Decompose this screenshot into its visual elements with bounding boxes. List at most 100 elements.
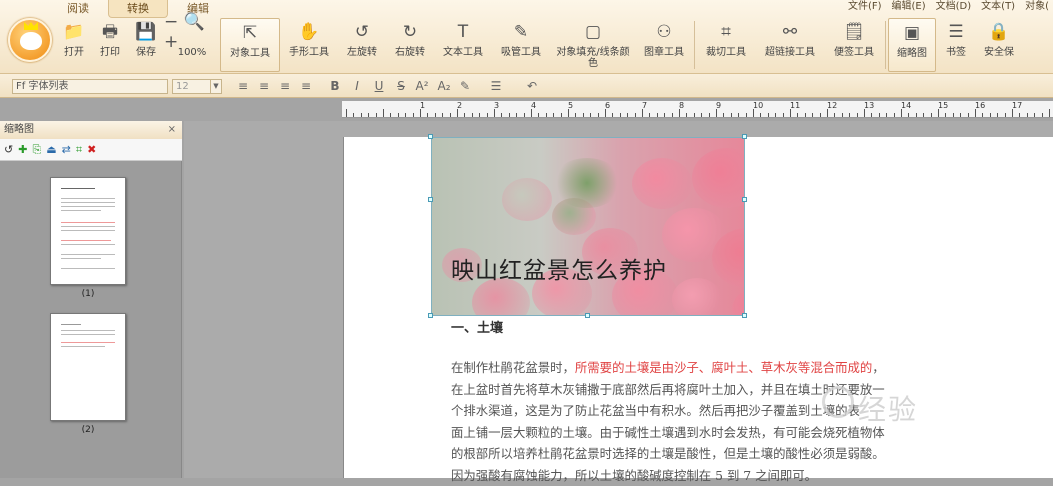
ruler-tick bbox=[908, 113, 909, 117]
italic-icon[interactable]: I bbox=[348, 78, 366, 94]
font-placeholder: 字体列表 bbox=[28, 81, 68, 92]
rotate-icon[interactable]: ↺ bbox=[4, 143, 13, 156]
add-page-icon[interactable]: ✚ bbox=[18, 143, 27, 156]
undo-icon[interactable]: ↶ bbox=[523, 78, 541, 94]
ruler-tick bbox=[672, 113, 673, 117]
ruler-tick bbox=[487, 113, 488, 117]
folder-tool-button[interactable]: 📁打开 bbox=[56, 18, 92, 72]
resize-handle[interactable] bbox=[428, 134, 433, 139]
document-title[interactable]: 映山红盆景怎么养护 bbox=[451, 251, 667, 285]
ruler-tick bbox=[509, 113, 510, 117]
line-spacing-icon[interactable]: ☰ bbox=[487, 78, 505, 94]
ruler-tick bbox=[716, 109, 717, 117]
ruler-tick bbox=[464, 113, 465, 117]
ruler-tick bbox=[827, 109, 828, 117]
insert-page-icon[interactable]: ⎘ bbox=[32, 143, 41, 156]
menu-file[interactable]: 文件(F) bbox=[848, 0, 882, 14]
body-text-line[interactable]: 在制作杜鹃花盆景时，所需要的土壤是由沙子、腐叶土、草木灰等混合而成的， bbox=[451, 357, 961, 379]
cursor-tool-button[interactable]: ⇱对象工具 bbox=[220, 18, 280, 72]
ruler-tick bbox=[975, 109, 976, 117]
rotate-left-icon: ↺ bbox=[355, 22, 369, 42]
resize-handle[interactable] bbox=[742, 134, 747, 139]
align-justify-icon[interactable]: ≡ bbox=[297, 78, 315, 94]
toolbar-label: 缩略图 bbox=[897, 48, 927, 59]
tab-read[interactable]: 阅读 bbox=[48, 0, 108, 18]
toolbar-label: 书签 bbox=[946, 47, 966, 58]
thumbnail-tool-button[interactable]: ▣缩略图 bbox=[888, 18, 936, 72]
ruler-tick bbox=[353, 113, 354, 117]
ruler-tick bbox=[968, 113, 969, 117]
strikethrough-icon[interactable]: S bbox=[392, 78, 410, 94]
text-segment: 在制作杜鹃花盆景时， bbox=[451, 360, 575, 375]
resize-handle[interactable] bbox=[585, 313, 590, 318]
align-right-icon[interactable]: ≡ bbox=[276, 78, 294, 94]
superscript-icon[interactable]: A² bbox=[413, 78, 431, 94]
ruler-tick bbox=[731, 113, 732, 117]
resize-handle[interactable] bbox=[428, 313, 433, 318]
font-family-select[interactable]: Ff 字体列表 bbox=[12, 79, 168, 94]
text-segment: 个排水渠道，这是为了防止花盆当中有积水。然后再把沙子覆盖到土壤的表 bbox=[451, 403, 860, 418]
ruler-tick bbox=[531, 109, 532, 117]
resize-handle[interactable] bbox=[742, 197, 747, 202]
replace-page-icon[interactable]: ⇄ bbox=[62, 143, 71, 156]
menu-edit[interactable]: 编辑(E) bbox=[892, 0, 926, 14]
align-center-icon[interactable]: ≡ bbox=[255, 78, 273, 94]
crop-page-icon[interactable]: ⌗ bbox=[76, 143, 82, 156]
ruler-tick bbox=[546, 113, 547, 117]
ruler-number: 7 bbox=[642, 101, 647, 110]
thumbnail-panel: 缩略图⨯ ↺ ✚ ⎘ ⏏ ⇄ ⌗ ✖ (1) (2) bbox=[0, 121, 182, 478]
body-text-line[interactable]: 因为强酸有腐蚀能力，所以土壤的酸碱度控制在 5 到 7 之间即可。 bbox=[451, 465, 961, 486]
bold-icon[interactable]: B bbox=[326, 78, 344, 94]
horizontal-ruler: 1234567891011121314151617 bbox=[342, 101, 1053, 118]
ruler-tick bbox=[820, 113, 821, 117]
azalea-photo[interactable] bbox=[431, 137, 745, 316]
save-tool-button[interactable]: 💾保存 bbox=[128, 18, 164, 72]
rotate-left-tool-button[interactable]: ↺左旋转 bbox=[338, 18, 386, 72]
menu-document[interactable]: 文档(D) bbox=[936, 0, 972, 14]
tab-convert[interactable]: 转换 bbox=[108, 0, 168, 18]
crop-icon: ⌗ bbox=[721, 22, 731, 42]
resize-handle[interactable] bbox=[428, 197, 433, 202]
bookmark-tool-button[interactable]: ☰书签 bbox=[936, 18, 976, 72]
main-toolbar: 📁打开🖶打印💾保存− 🔍 +100%⇱对象工具✋手形工具↺左旋转↻右旋转T文本工… bbox=[56, 18, 1022, 72]
zoom-icon: − 🔍 + bbox=[164, 22, 220, 42]
resize-handle[interactable] bbox=[742, 313, 747, 318]
text-icon: T bbox=[458, 22, 468, 42]
printer-tool-button[interactable]: 🖶打印 bbox=[92, 18, 128, 72]
subscript-icon[interactable]: A₂ bbox=[435, 78, 453, 94]
align-left-icon[interactable]: ≡ bbox=[234, 78, 252, 94]
rotate-right-tool-button[interactable]: ↻右旋转 bbox=[386, 18, 434, 72]
app-logo-icon[interactable] bbox=[8, 18, 52, 62]
ruler-number: 16 bbox=[975, 101, 985, 110]
fill-tool-button[interactable]: ▢对象填充/线条颜色 bbox=[550, 18, 636, 72]
page-thumbnail-2[interactable] bbox=[50, 313, 126, 421]
page-thumbnail-1[interactable] bbox=[50, 177, 126, 285]
menu-bar: 文件(F) 编辑(E) 文档(D) 文本(T) 对象( bbox=[848, 0, 1053, 14]
close-icon[interactable]: ⨯ bbox=[168, 121, 176, 139]
ruler-tick bbox=[879, 113, 880, 117]
ruler-tick bbox=[960, 113, 961, 117]
underline-icon[interactable]: U bbox=[370, 78, 388, 94]
extract-page-icon[interactable]: ⏏ bbox=[46, 143, 56, 156]
delete-icon[interactable]: ✖ bbox=[87, 143, 96, 156]
lock-tool-button[interactable]: 🔒安全保 bbox=[976, 18, 1022, 72]
stamp-tool-button[interactable]: ⚇图章工具 bbox=[636, 18, 692, 72]
ruler-tick bbox=[790, 109, 791, 117]
ruler-tick bbox=[405, 113, 406, 117]
body-text-line[interactable]: 的根部所以培养杜鹃花盆景时选择的土壤是酸性，但是土壤的酸性必须是弱酸。 bbox=[451, 443, 961, 465]
note-tool-button[interactable]: 🗒便签工具 bbox=[825, 18, 883, 72]
crop-tool-button[interactable]: ⌗裁切工具 bbox=[697, 18, 755, 72]
eyedropper-tool-button[interactable]: ✎吸管工具 bbox=[492, 18, 550, 72]
highlight-icon[interactable]: ✎ bbox=[456, 78, 474, 94]
ruler-tick bbox=[635, 113, 636, 117]
link-tool-button[interactable]: ⚯超链接工具 bbox=[755, 18, 825, 72]
menu-object[interactable]: 对象( bbox=[1025, 0, 1049, 14]
toolbar-label: 右旋转 bbox=[395, 47, 425, 58]
zoom-tool-button[interactable]: − 🔍 +100% bbox=[164, 18, 220, 72]
section-heading[interactable]: 一、土壤 bbox=[451, 317, 503, 336]
text-tool-button[interactable]: T文本工具 bbox=[434, 18, 492, 72]
font-size-select[interactable]: 12▼ bbox=[172, 79, 222, 94]
hand-tool-button[interactable]: ✋手形工具 bbox=[280, 18, 338, 72]
menu-text[interactable]: 文本(T) bbox=[981, 0, 1015, 14]
chevron-down-icon[interactable]: ▼ bbox=[210, 80, 221, 93]
